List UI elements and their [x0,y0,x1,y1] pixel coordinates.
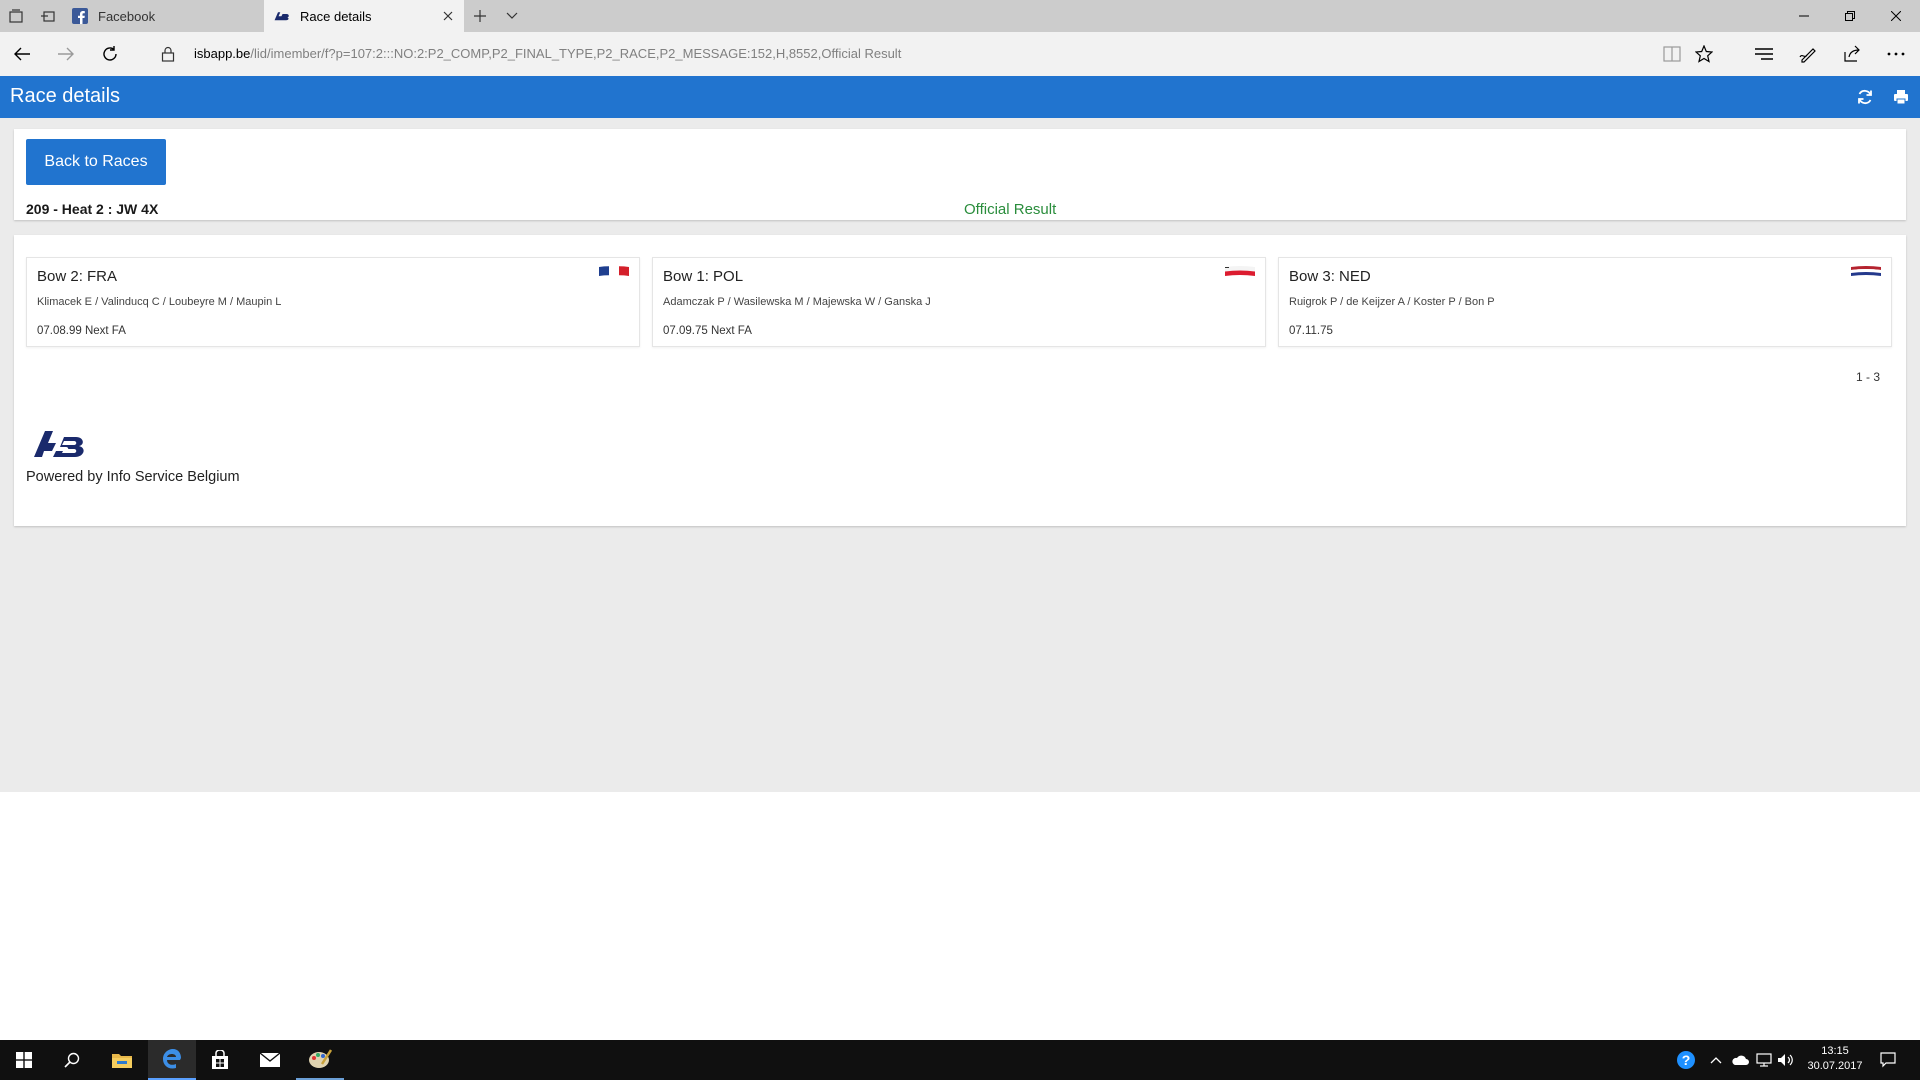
new-tab-icon[interactable] [470,6,490,26]
set-tabs-aside-icon[interactable] [40,8,56,24]
browser-address-bar: isbapp.be/lid/imember/f?p=107:2:::NO:2:P… [0,32,1920,76]
help-icon[interactable]: ? [1676,1050,1696,1070]
hub-icon[interactable] [1752,42,1776,66]
isb-logo [34,431,84,457]
print-icon[interactable] [1891,87,1911,107]
chevron-up-icon[interactable] [1706,1050,1726,1070]
poland-flag-icon [1225,266,1255,276]
app-header: Race details [0,76,1920,118]
lock-icon[interactable] [156,42,180,66]
svg-text:?: ? [1682,1052,1691,1068]
volume-icon[interactable] [1776,1050,1796,1070]
back-arrow-icon[interactable] [10,42,34,66]
bow-label: Bow 3: NED [1289,268,1371,285]
favorite-star-icon[interactable] [1692,42,1716,66]
action-center-icon[interactable] [1878,1050,1898,1070]
race-header-panel: Back to Races 209 - Heat 2 : JW 4X Offic… [14,129,1906,220]
restore-icon[interactable] [1827,0,1873,32]
edge-browser-icon[interactable] [148,1040,196,1080]
paint-app-icon[interactable] [296,1040,344,1080]
tab-facebook[interactable]: Facebook [62,0,262,32]
reading-view-icon[interactable] [1660,42,1684,66]
isb-logo-icon [274,8,290,24]
race-title: 209 - Heat 2 : JW 4X [26,201,159,217]
refresh-page-icon[interactable] [1855,87,1875,107]
pagination-range: 1 - 3 [1855,370,1880,384]
store-icon[interactable] [196,1040,244,1080]
onedrive-icon[interactable] [1730,1050,1750,1070]
powered-by-text: Powered by Info Service Belgium [26,469,240,485]
close-tab-icon[interactable] [440,8,456,24]
crew-names: Klimacek E / Valinducq C / Loubeyre M / … [37,296,282,308]
mail-icon[interactable] [246,1040,294,1080]
bow-label: Bow 2: FRA [37,268,118,285]
file-explorer-icon[interactable] [98,1040,146,1080]
windows-start-icon[interactable] [0,1040,48,1080]
more-icon[interactable] [1884,42,1908,66]
refresh-icon[interactable] [98,42,122,66]
clock-time: 13:15 [1821,1045,1849,1057]
web-note-icon[interactable] [1796,42,1820,66]
result-card[interactable]: Bow 2: FRA Klimacek E / Valinducq C / Lo… [26,257,640,347]
result-card[interactable]: Bow 1: POL Adamczak P / Wasilewska M / M… [652,257,1266,347]
status-label: Official Result [964,201,1057,218]
bow-label: Bow 1: POL [663,268,744,285]
taskbar-clock[interactable]: 13:15 30.07.2017 [1800,1044,1870,1074]
chevron-down-icon[interactable] [502,6,522,26]
back-to-races-button[interactable]: Back to Races [26,139,166,185]
browser-tab-bar: Facebook Race details [0,0,1920,32]
address-bar-url[interactable]: isbapp.be/lid/imember/f?p=107:2:::NO:2:P… [194,46,901,61]
crew-names: Adamczak P / Wasilewska M / Majewska W /… [663,296,931,308]
url-host: isbapp.be [194,46,251,61]
tab-label: Race details [300,8,372,24]
taskbar: ? 13:15 30.07.2017 [0,1040,1920,1080]
tab-label: Facebook [98,8,156,24]
tab-race-details[interactable]: Race details [264,0,464,32]
result-card[interactable]: Bow 3: NED Ruigrok P / de Keijzer A / Ko… [1278,257,1892,347]
blank-area [0,792,1920,1040]
result-time: 07.11.75 [1289,325,1333,337]
share-icon[interactable] [1840,42,1864,66]
clock-date: 30.07.2017 [1807,1060,1863,1072]
forward-arrow-icon[interactable] [54,42,78,66]
minimize-icon[interactable] [1781,0,1827,32]
search-icon[interactable] [48,1040,96,1080]
close-window-icon[interactable] [1873,0,1919,32]
results-panel: Bow 2: FRA Klimacek E / Valinducq C / Lo… [14,235,1906,526]
content-area: Back to Races 209 - Heat 2 : JW 4X Offic… [0,118,1920,792]
page-title: Race details [10,85,121,107]
netherlands-flag-icon [1851,266,1881,276]
result-time: 07.08.99 Next FA [37,325,126,337]
facebook-icon [72,8,88,24]
network-icon[interactable] [1754,1050,1774,1070]
tabs-aside-icon[interactable] [8,8,24,24]
france-flag-icon [599,266,629,276]
result-time: 07.09.75 Next FA [663,325,752,337]
url-path: /lid/imember/f?p=107:2:::NO:2:P2_COMP,P2… [250,46,902,61]
crew-names: Ruigrok P / de Keijzer A / Koster P / Bo… [1289,296,1495,308]
